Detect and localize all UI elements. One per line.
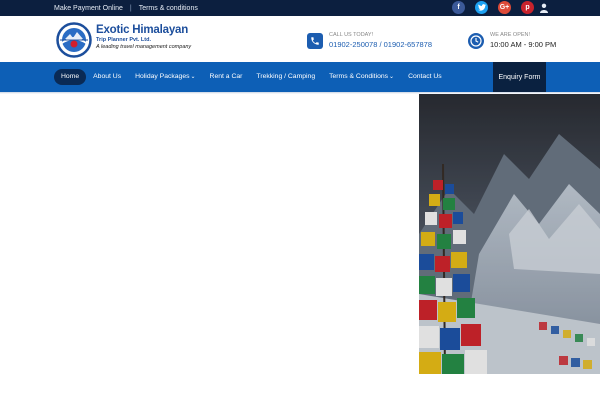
call-label: CALL US TODAY! bbox=[329, 32, 374, 38]
hero-image bbox=[419, 94, 600, 374]
pinterest-icon[interactable]: p bbox=[521, 1, 534, 14]
top-link-separator: | bbox=[129, 4, 132, 12]
social-links: f G+ p bbox=[442, 1, 550, 14]
twitter-icon[interactable] bbox=[475, 1, 488, 14]
chevron-down-icon: ⌄ bbox=[389, 74, 395, 80]
site-header: Exotic Himalayan Trip Planner Pvt. Ltd. … bbox=[0, 16, 600, 62]
top-bar: Make Payment Online | Terms & conditions… bbox=[0, 0, 600, 16]
open-label: WE ARE OPEN! bbox=[490, 32, 531, 38]
top-links: Make Payment Online | Terms & conditions bbox=[54, 0, 198, 16]
brand-name: Exotic Himalayan bbox=[96, 24, 189, 36]
clock-icon bbox=[468, 32, 484, 49]
hours-info: WE ARE OPEN! 10:00 AM - 9:00 PM bbox=[468, 32, 556, 49]
google-plus-icon[interactable]: G+ bbox=[498, 1, 511, 14]
make-payment-link[interactable]: Make Payment Online bbox=[54, 5, 123, 12]
phone-icon bbox=[307, 32, 323, 49]
call-info: CALL US TODAY! 01902-250078 / 01902-6578… bbox=[307, 32, 432, 49]
terms-link[interactable]: Terms & conditions bbox=[139, 5, 198, 12]
nav-item-holiday-packages[interactable]: Holiday Packages⌄ bbox=[128, 69, 202, 85]
nav-item-rent-a-car[interactable]: Rent a Car bbox=[203, 69, 250, 85]
enquiry-form-button[interactable]: Enquiry Form bbox=[493, 62, 546, 92]
nav-item-about-us[interactable]: About Us bbox=[86, 69, 128, 85]
nav-item-terms-conditions[interactable]: Terms & Conditions⌄ bbox=[322, 69, 401, 85]
nav-item-contact-us[interactable]: Contact Us bbox=[401, 69, 449, 85]
phone-numbers[interactable]: 01902-250078 / 01902-657878 bbox=[329, 40, 432, 49]
brand-tagline: A leading travel management company bbox=[96, 44, 192, 50]
opening-hours: 10:00 AM - 9:00 PM bbox=[490, 40, 557, 49]
chevron-down-icon: ⌄ bbox=[190, 74, 196, 80]
prayer-flags-mountain-image bbox=[419, 94, 600, 374]
main-nav: Home About Us Holiday Packages⌄ Rent a C… bbox=[0, 62, 600, 92]
logo-emblem-icon bbox=[56, 22, 92, 58]
nav-item-trekking-camping[interactable]: Trekking / Camping bbox=[249, 69, 322, 85]
site-logo[interactable]: Exotic Himalayan Trip Planner Pvt. Ltd. … bbox=[56, 22, 196, 58]
user-icon[interactable] bbox=[540, 3, 548, 13]
facebook-icon[interactable]: f bbox=[452, 1, 465, 14]
brand-subtitle: Trip Planner Pvt. Ltd. bbox=[96, 37, 152, 43]
nav-item-home[interactable]: Home bbox=[54, 69, 87, 85]
